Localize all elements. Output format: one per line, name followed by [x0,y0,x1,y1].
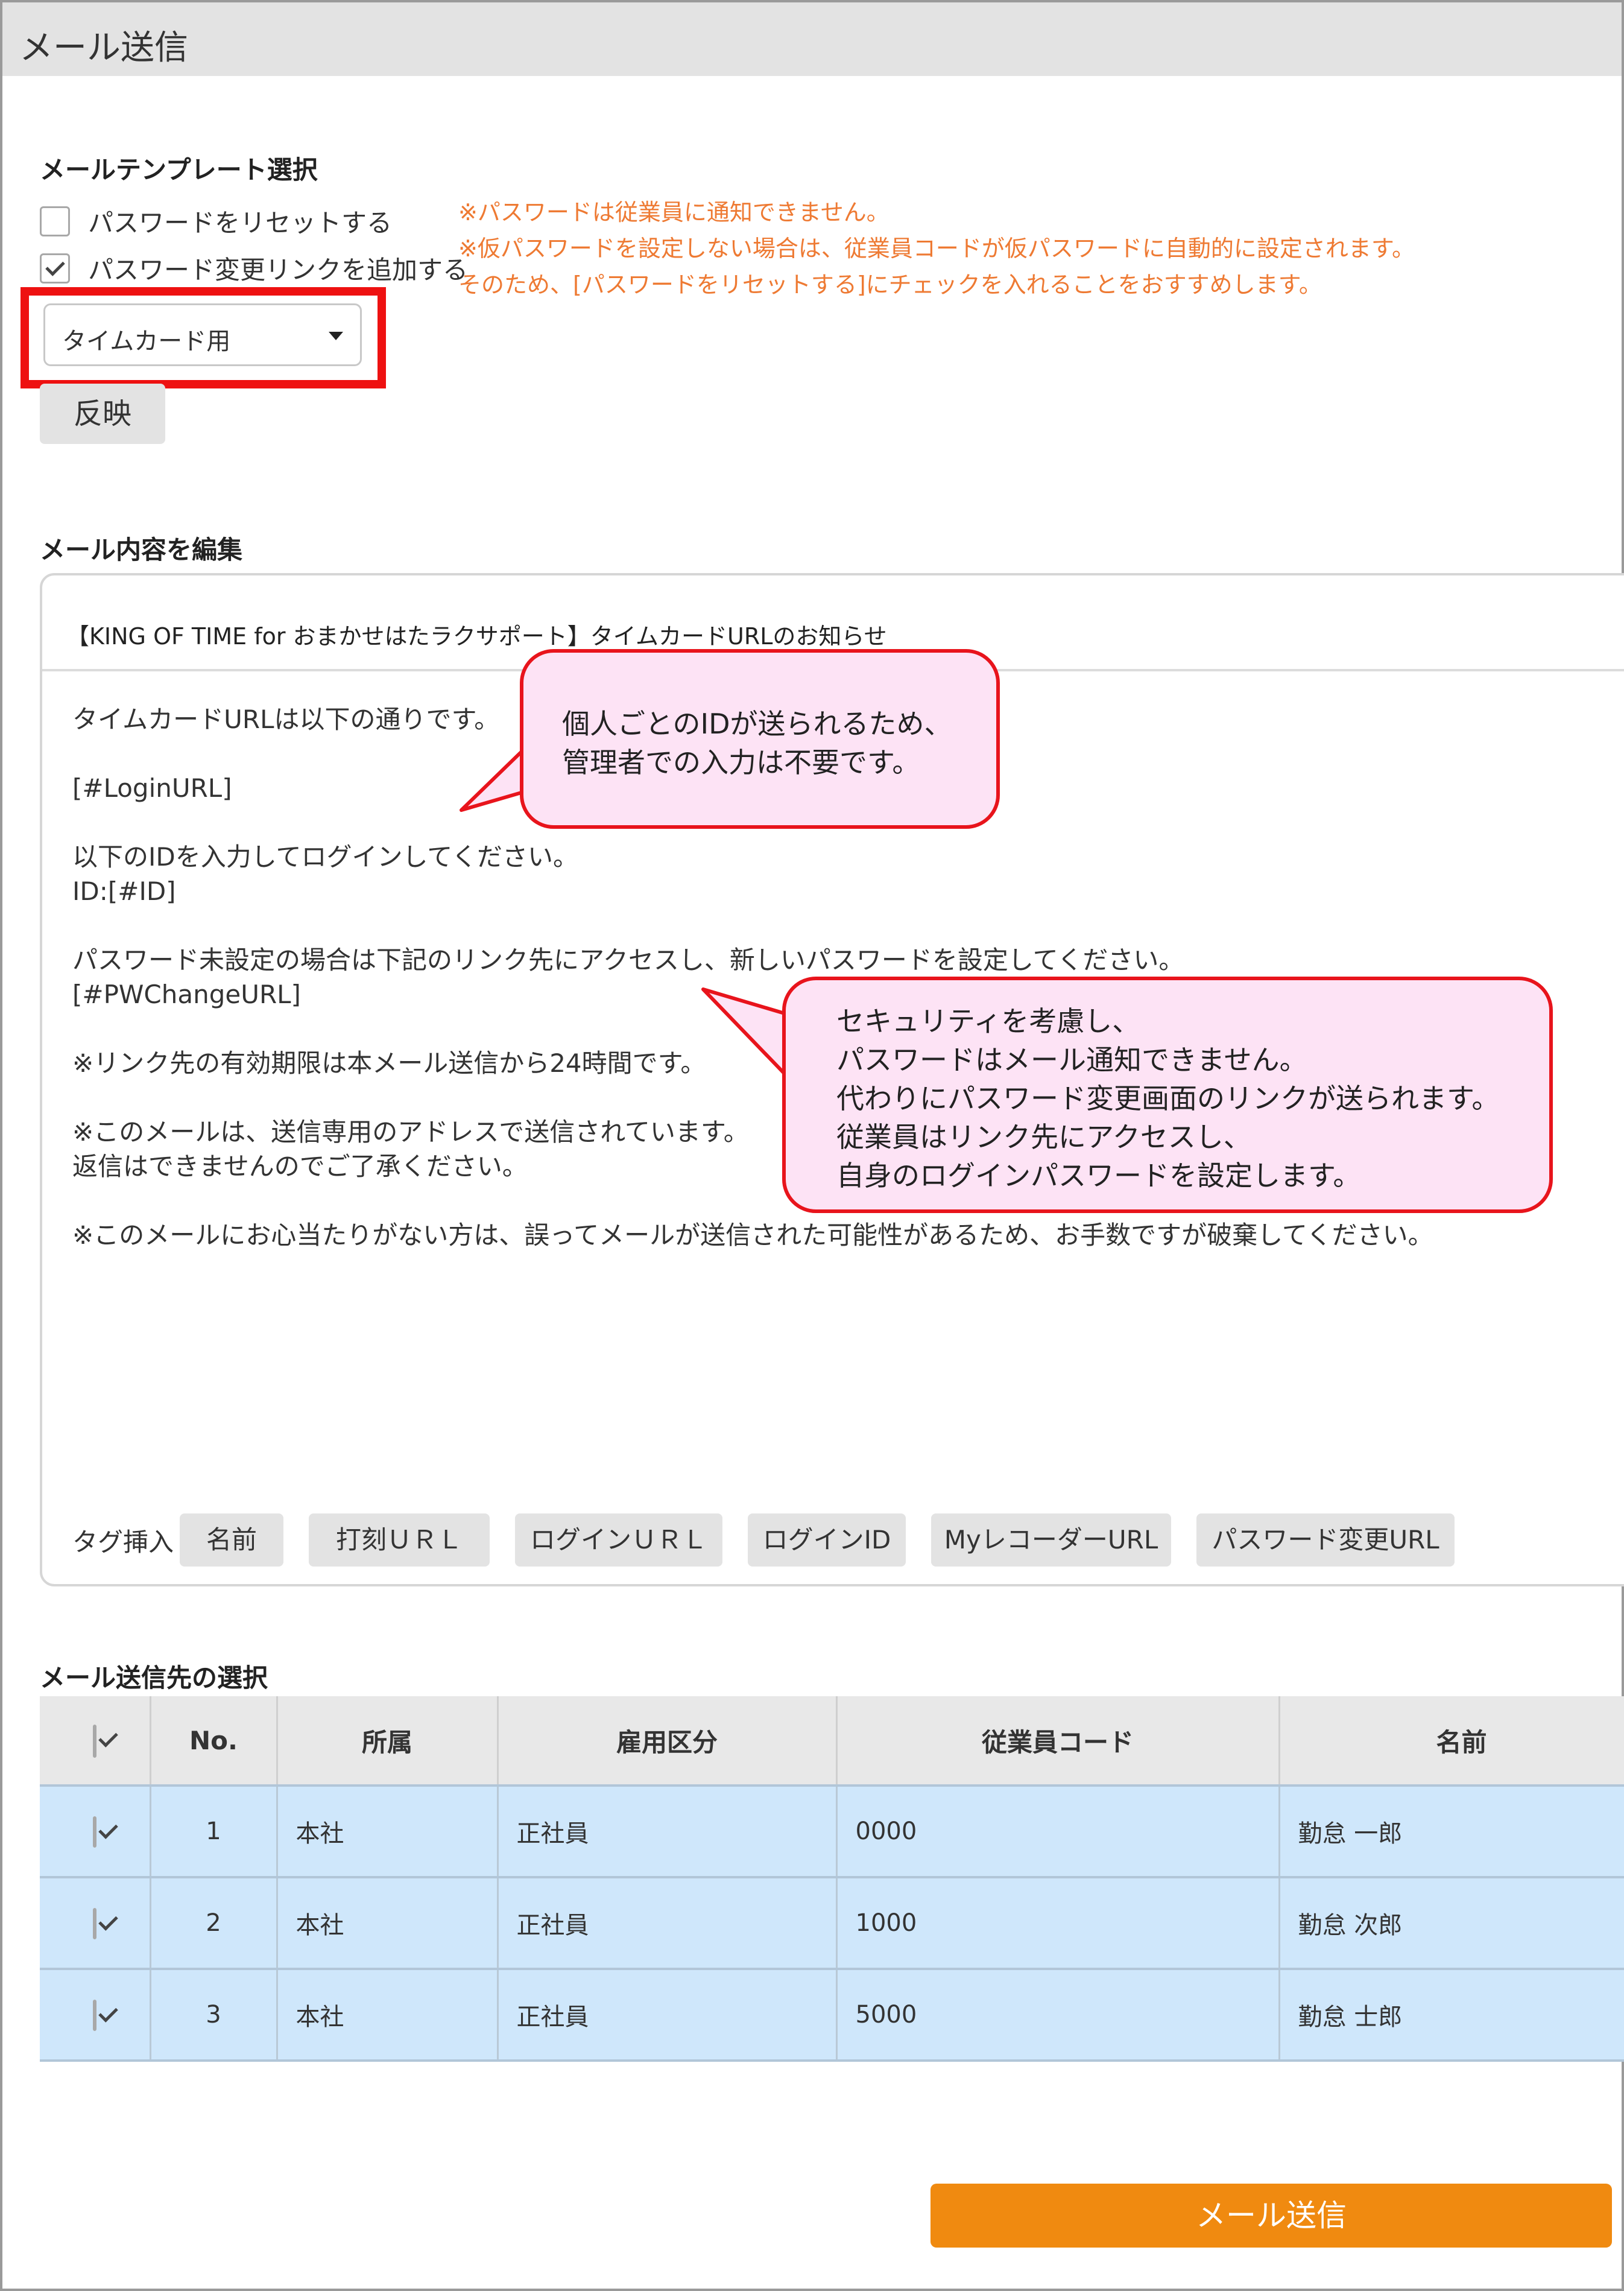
tag-login-id-button[interactable]: ログインID [748,1513,906,1567]
row-checkbox[interactable] [92,1816,96,1848]
row-no: 1 [150,1784,278,1877]
recipients-heading: メール送信先の選択 [40,1663,268,1693]
row-name: 勤怠 一郎 [1279,1784,1624,1877]
table-header-row: No. 所属 雇用区分 従業員コード 名前 [40,1696,1624,1786]
tag-password-change-url-button[interactable]: パスワード変更URL [1196,1513,1455,1567]
row-type: 正社員 [498,1968,838,2062]
apply-button[interactable]: 反映 [40,384,165,444]
column-header: 従業員コード [836,1696,1280,1786]
add-change-link-checkbox[interactable] [40,253,70,284]
tag-name-button[interactable]: 名前 [180,1513,284,1567]
id-callout: 個人ごとのIDが送られるため、 管理者での入力は不要です。 [520,649,1000,829]
row-code: 1000 [836,1876,1280,1969]
subject-field[interactable]: 【KING OF TIME for おまかせはたラクサポート】タイムカードURL… [66,618,887,651]
row-name: 勤怠 士郎 [1279,1968,1624,2062]
tag-insert-row: タグ挿入 名前 打刻ＵＲＬ ログインＵＲＬ ログインID MyレコーダーURL … [72,1513,1480,1567]
select-all-checkbox[interactable] [92,1725,96,1758]
table-row[interactable]: 2 本社 正社員 1000 勤怠 次郎 [40,1876,1624,1969]
tag-myrecorder-url-button[interactable]: MyレコーダーURL [931,1513,1172,1567]
row-code: 5000 [836,1968,1280,2062]
tag-stamp-url-button[interactable]: 打刻ＵＲＬ [309,1513,490,1567]
callout-tail [460,748,528,812]
column-header: 所属 [277,1696,499,1786]
add-change-link-option[interactable]: パスワード変更リンクを追加する [40,250,468,287]
reset-password-checkbox[interactable] [40,206,70,236]
row-dept: 本社 [277,1784,499,1877]
template-heading: メールテンプレート選択 [40,155,318,185]
title-bar: メール送信 [2,2,1622,76]
row-type: 正社員 [498,1876,838,1969]
row-checkbox[interactable] [92,2000,96,2031]
row-type: 正社員 [498,1784,838,1877]
reset-password-label: パスワードをリセットする [88,208,393,238]
column-header: No. [150,1696,278,1786]
table-row[interactable]: 1 本社 正社員 0000 勤怠 一郎 [40,1784,1624,1877]
password-notes: ※パスワードは従業員に通知できません。 ※仮パスワードを設定しない場合は、従業員… [458,194,1415,303]
row-no: 3 [150,1968,278,2062]
row-dept: 本社 [277,1876,499,1969]
template-select[interactable]: タイムカード用 [43,303,362,366]
row-no: 2 [150,1876,278,1969]
recipients-table: No. 所属 雇用区分 従業員コード 名前 1 本社 正社員 0000 勤怠 一… [40,1696,1624,2062]
template-select-value: タイムカード用 [62,328,231,355]
row-checkbox[interactable] [92,1908,96,1939]
select-all-cell[interactable] [40,1696,151,1786]
window-title: メール送信 [19,28,188,68]
note-line: ※パスワードは従業員に通知できません。 [458,199,889,226]
tag-login-url-button[interactable]: ログインＵＲＬ [515,1513,723,1567]
note-line: そのため、[パスワードをリセットする]にチェックを入れることをおすすめします。 [458,271,1322,298]
callout-tail [701,987,789,1076]
tag-insert-label: タグ挿入 [72,1527,174,1557]
caret-down-icon [329,332,343,340]
column-header: 雇用区分 [498,1696,838,1786]
reset-password-option[interactable]: パスワードをリセットする [40,203,392,239]
row-dept: 本社 [277,1968,499,2062]
send-mail-button[interactable]: メール送信 [930,2184,1612,2248]
note-line: ※仮パスワードを設定しない場合は、従業員コードが仮パスワードに自動的に設定されま… [458,235,1415,262]
row-code: 0000 [836,1784,1280,1877]
row-name: 勤怠 次郎 [1279,1876,1624,1969]
password-callout: セキュリティを考慮し、 パスワードはメール通知できません。 代わりにパスワード変… [782,977,1553,1213]
add-change-link-label: パスワード変更リンクを追加する [88,255,469,285]
column-header: 名前 [1279,1696,1624,1786]
table-row[interactable]: 3 本社 正社員 5000 勤怠 士郎 [40,1968,1624,2062]
editor-heading: メール内容を編集 [40,535,243,565]
